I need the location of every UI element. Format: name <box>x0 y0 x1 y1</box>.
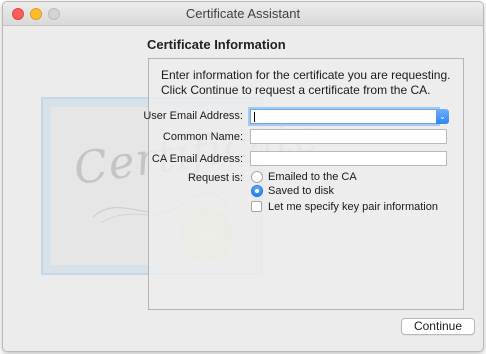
window-title: Certificate Assistant <box>185 6 301 21</box>
radio-label-saved: Saved to disk <box>268 185 335 197</box>
radio-button-unchecked[interactable] <box>251 171 263 183</box>
certificate-form-panel: Enter information for the certificate yo… <box>143 58 464 310</box>
common-name-label: Common Name: <box>162 131 243 143</box>
radio-label-emailed: Emailed to the CA <box>268 171 357 183</box>
user-email-label: User Email Address: <box>143 110 243 122</box>
instructions-text: Enter information for the certificate yo… <box>161 68 451 97</box>
page-title: Certificate Information <box>147 37 286 52</box>
common-name-field[interactable] <box>250 129 447 144</box>
chevron-down-icon: ⌄ <box>439 112 446 121</box>
ca-email-label: CA Email Address: <box>151 153 243 165</box>
title-bar: Certificate Assistant <box>3 2 483 26</box>
continue-button[interactable]: Continue <box>401 318 475 335</box>
certificate-assistant-window: Certificate Assistant Certificate Inform… <box>2 1 484 352</box>
ca-email-field[interactable] <box>250 151 447 166</box>
key-pair-checkbox-label: Let me specify key pair information <box>268 201 438 213</box>
text-caret <box>254 112 255 122</box>
user-email-field[interactable] <box>250 109 438 124</box>
radio-button-checked[interactable] <box>251 185 263 197</box>
user-email-dropdown-button[interactable]: ⌄ <box>436 109 449 124</box>
key-pair-checkbox[interactable] <box>251 201 262 212</box>
request-is-label: Request is: <box>187 172 243 184</box>
